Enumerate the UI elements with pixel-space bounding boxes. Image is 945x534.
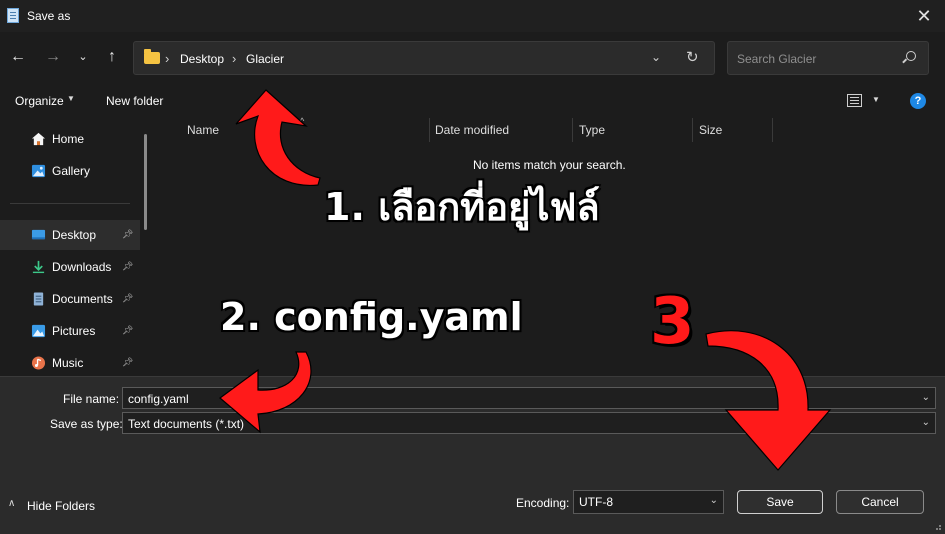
pictures-icon [31,324,46,338]
search-icon[interactable] [906,51,916,61]
pin-icon[interactable]: 📌︎ [122,357,133,368]
command-toolbar: Organize ▼ New folder ▼ ? [0,84,945,118]
save-type-value: Text documents (*.txt) [128,417,245,431]
close-button[interactable]: ✕ [913,5,935,27]
column-header-type[interactable]: Type [579,123,605,137]
breadcrumb-glacier[interactable]: Glacier [246,52,284,66]
column-divider[interactable] [429,118,430,142]
breadcrumb-separator[interactable]: › [165,51,169,66]
encoding-label: Encoding: [516,496,570,510]
sidebar-scrollbar[interactable] [144,134,147,230]
sidebar-item-home[interactable]: Home [0,124,140,154]
sidebar-divider [10,203,130,204]
sort-ascending-icon: ^ [300,116,305,126]
sidebar-item-documents[interactable]: Documents 📌︎ [0,284,140,314]
home-icon [31,132,46,146]
sidebar-item-label: Desktop [52,228,97,242]
sidebar-item-music[interactable]: Music 📌︎ [0,348,140,376]
sidebar-item-label: Downloads [52,260,112,274]
view-options-icon[interactable] [847,94,862,107]
navigation-bar: ← → ⌄ ↑ › Desktop › Glacier ⌄ ↻ Search G… [0,32,945,84]
documents-icon [33,292,44,306]
chevron-up-icon: ∧ [8,498,16,509]
address-bar[interactable]: › Desktop › Glacier ⌄ ↻ [133,41,715,75]
title-bar: Save as ✕ [0,0,945,32]
refresh-icon[interactable]: ↻ [686,48,699,66]
back-arrow-icon[interactable]: ← [7,46,29,68]
window-title: Save as [27,9,71,23]
save-button[interactable]: Save [737,490,823,514]
annotation-step-1: 1. เลือกที่อยู่ไฟล์ [324,185,600,229]
save-type-chevron-icon[interactable]: ⌄ [922,417,930,428]
sidebar-item-label: Home [52,132,85,146]
pin-icon[interactable]: 📌︎ [122,261,133,272]
sidebar-item-label: Music [52,356,84,370]
organize-button[interactable]: Organize [15,94,64,108]
search-placeholder: Search Glacier [737,52,817,66]
gallery-icon [31,164,46,178]
encoding-select[interactable]: UTF-8 ⌄ [573,490,724,514]
file-name-value: config.yaml [128,392,189,406]
sidebar-item-desktop[interactable]: Desktop 📌︎ [0,220,140,250]
save-type-select[interactable]: Text documents (*.txt) ⌄ [122,412,936,434]
view-options-caret-icon[interactable]: ▼ [872,95,880,104]
empty-state-message: No items match your search. [473,158,626,172]
save-type-label: Save as type: [50,417,123,431]
column-header-size[interactable]: Size [699,123,722,137]
file-name-label: File name: [63,392,120,406]
music-icon [31,356,46,370]
file-name-input[interactable]: config.yaml ⌄ [122,387,936,409]
recent-locations-chevron-icon[interactable]: ⌄ [72,46,94,68]
sidebar-item-downloads[interactable]: Downloads 📌︎ [0,252,140,282]
annotation-step-2: 2. config.yaml [220,295,523,339]
column-divider[interactable] [572,118,573,142]
resize-grip-icon[interactable] [932,521,942,531]
encoding-value: UTF-8 [579,495,613,509]
desktop-icon [31,229,46,240]
file-name-chevron-icon[interactable]: ⌄ [922,392,930,403]
new-folder-button[interactable]: New folder [106,94,163,108]
column-header-date-modified[interactable]: Date modified [435,123,509,137]
forward-arrow-icon[interactable]: → [42,46,64,68]
sidebar-item-label: Documents [52,292,113,306]
save-form: File name: config.yaml ⌄ Save as type: T… [0,376,945,534]
help-icon[interactable]: ? [910,93,926,109]
annotation-step-3: 3 [650,285,695,359]
sidebar-item-label: Pictures [52,324,96,338]
download-icon [32,260,45,274]
pin-icon[interactable]: 📌︎ [122,325,133,336]
navigation-pane: Home Gallery Desktop 📌︎ Downloads 📌︎ Doc… [0,118,155,376]
encoding-chevron-icon[interactable]: ⌄ [710,495,718,506]
column-header-name[interactable]: Name [187,123,219,137]
breadcrumb-desktop[interactable]: Desktop [180,52,224,66]
cancel-button[interactable]: Cancel [836,490,924,514]
organize-caret-icon[interactable]: ▼ [67,94,75,103]
sidebar-item-gallery[interactable]: Gallery [0,156,140,186]
folder-icon [144,49,160,64]
up-arrow-icon[interactable]: ↑ [101,46,123,68]
notepad-icon [7,8,19,23]
hide-folders-label: Hide Folders [27,499,96,513]
search-input[interactable]: Search Glacier [727,41,929,75]
sidebar-item-label: Gallery [52,164,91,178]
column-divider[interactable] [692,118,693,142]
sidebar-item-pictures[interactable]: Pictures 📌︎ [0,316,140,346]
column-divider[interactable] [772,118,773,142]
breadcrumb-separator[interactable]: › [232,51,236,66]
address-dropdown-chevron-icon[interactable]: ⌄ [651,50,661,64]
pin-icon[interactable]: 📌︎ [122,229,133,240]
pin-icon[interactable]: 📌︎ [122,293,133,304]
